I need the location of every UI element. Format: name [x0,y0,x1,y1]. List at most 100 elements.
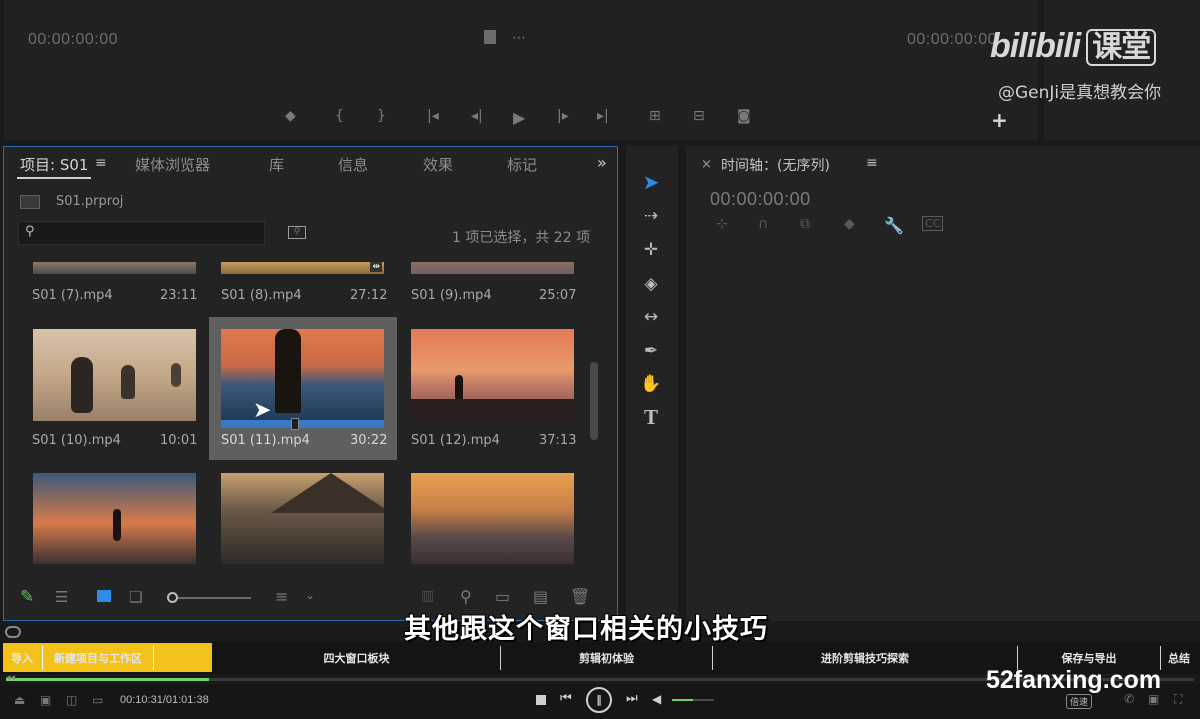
step-back-icon[interactable]: ◂| [471,108,483,124]
project-menu-icon[interactable]: ≡ [95,155,107,171]
go-to-in-icon[interactable]: |◂ [427,108,439,124]
scrub-handle[interactable] [291,418,299,430]
search-input[interactable]: ⚲ [18,221,265,245]
clip-thumbnail-8[interactable]: ⇹ [221,262,384,274]
clip-name: S01 (11).mp4 [221,433,310,448]
volume-icon[interactable]: ◀ [652,692,661,706]
sort-icon[interactable]: ≡ [275,587,288,606]
new-bin-icon[interactable]: ▭ [495,587,510,606]
drag-video-icon[interactable] [484,30,496,44]
silhouette-shape [275,329,301,413]
scrub-bar[interactable] [221,418,384,430]
clip-duration: 37:13 [539,433,577,448]
clip-thumbnail-11[interactable] [221,329,384,421]
chapter-import[interactable]: 导入 [3,645,41,672]
previous-icon[interactable]: ⏮ [560,691,572,706]
phone-icon[interactable]: ✆ [1124,692,1134,706]
stop-icon[interactable] [536,695,546,705]
clip-thumbnail-9[interactable] [411,262,574,274]
tab-project[interactable]: 项目: S01 [20,154,88,175]
track-select-tool-icon[interactable]: ⇢ [636,202,666,230]
chapter-first-edit[interactable]: 剪辑初体验 [501,645,712,672]
hand-tool-icon[interactable]: ✋ [636,370,666,398]
chevron-down-icon[interactable]: ⌄ [305,588,315,602]
tab-effects[interactable]: 效果 [423,154,453,175]
slip-tool-icon[interactable]: ↔ [636,303,666,331]
zoom-slider[interactable] [167,592,251,603]
add-marker-icon[interactable]: ◆ [285,108,296,124]
vertical-scrollbar[interactable] [590,362,598,440]
project-tab-underline [17,177,91,179]
go-to-out-icon[interactable]: ▸| [597,108,609,124]
snap-icon[interactable]: ∩ [758,216,768,232]
captions-icon[interactable]: CC [922,216,944,231]
trash-icon[interactable]: 🗑 [570,587,590,606]
tab-libraries[interactable]: 库 [269,154,284,175]
source-timecode[interactable]: 00:00:00:00 [28,31,118,49]
add-button-icon[interactable]: + [991,108,1008,132]
wrench-icon[interactable]: 🔧 [884,216,904,235]
lock-icon[interactable]: ▣ [1148,692,1159,706]
timeline-timecode[interactable]: 00:00:00:00 [710,189,811,210]
type-tool-icon[interactable]: T [636,403,666,431]
creative-cloud-icon[interactable] [5,626,21,638]
overflow-chevron-icon[interactable]: » [597,153,607,172]
clip-thumbnail-10[interactable] [33,329,196,421]
fullscreen-icon[interactable]: ⛶ [1174,692,1182,707]
next-icon[interactable]: ⏭ [626,691,638,706]
subtitle-text: 其他跟这个窗口相关的小技巧 [404,614,768,645]
find-icon[interactable]: ⚲ [288,226,306,239]
mark-out-icon[interactable]: } [377,108,386,124]
play-icon[interactable]: ▶ [513,108,525,127]
step-forward-icon[interactable]: |▸ [557,108,569,124]
volume-slider[interactable] [672,699,714,701]
razor-tool-icon[interactable]: ◈ [636,270,666,298]
camera-icon[interactable]: ◙ [737,108,751,124]
bilibili-logo: bilibili 课堂 [990,22,1157,66]
list-view-icon[interactable]: ☰ [55,588,68,606]
chapter-new-project[interactable]: 新建项目与工作区 [43,645,153,672]
clip-thumbnail-12[interactable] [411,329,574,421]
clip-thumbnail-7[interactable] [33,262,196,274]
chapter-summary[interactable]: 总结 [1161,645,1197,672]
pen-tool-icon[interactable]: ✒ [636,337,666,365]
overwrite-icon[interactable]: ⊟ [693,108,705,124]
mark-in-icon[interactable]: { [335,108,344,124]
speed-button[interactable]: 倍速 [1066,694,1093,709]
tab-media-browser[interactable]: 媒体浏览器 [135,154,210,175]
penguin-shape [71,357,93,413]
ripple-edit-tool-icon[interactable]: ✛ [636,236,666,264]
tab-markers[interactable]: 标记 [507,154,537,175]
chapter-advanced[interactable]: 进阶剪辑技巧探索 [713,645,1017,672]
selection-tool-icon[interactable]: ➤ [636,168,666,196]
program-timecode[interactable]: 00:00:00:00 [907,31,997,49]
freeform-view-icon[interactable]: ❏ [129,588,142,606]
pause-button[interactable]: ‖ [586,687,612,713]
zoom-slider-handle[interactable] [167,592,178,603]
clip-thumbnail-14[interactable] [221,473,384,564]
mouse-cursor-icon: ➤ [253,398,272,423]
eject-icon[interactable]: ⏏ [14,693,25,707]
new-item-icon[interactable]: ▤ [533,587,548,606]
find-icon[interactable]: ⚲ [460,587,472,606]
nest-icon[interactable]: ⊹ [716,216,728,232]
site-watermark: 52fanxing.com [986,666,1162,694]
pencil-icon[interactable]: ✎ [20,587,34,607]
export-icon[interactable]: ▣ [40,693,51,707]
bilibili-logo-text: bilibili [990,27,1081,65]
insert-icon[interactable]: ⊞ [649,108,661,124]
icon-view-icon[interactable] [97,590,111,602]
automate-to-sequence-icon[interactable]: ▥ [421,588,434,604]
linked-selection-icon[interactable]: ⧉ [800,216,810,232]
tab-info[interactable]: 信息 [338,154,368,175]
clip-thumbnail-13[interactable] [33,473,196,564]
camera-icon[interactable]: ◫ [66,693,77,707]
timeline-menu-icon[interactable]: ≡ [866,155,878,171]
clip-thumbnail-15[interactable] [411,473,574,564]
drag-audio-icon[interactable]: ⋯ [512,30,526,46]
comment-icon[interactable]: ▭ [92,693,103,707]
timeline-title[interactable]: 时间轴：(无序列) [721,155,830,175]
close-icon[interactable]: × [701,157,712,172]
add-marker-icon[interactable]: ◆ [844,216,855,232]
chapter-four-panels[interactable]: 四大窗口板块 [213,645,500,672]
